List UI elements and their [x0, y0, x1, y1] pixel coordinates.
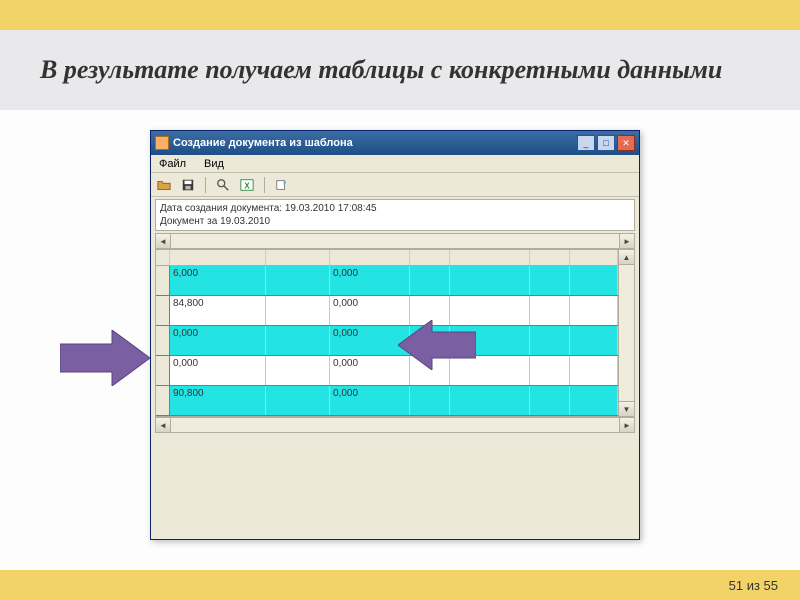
info-line-docdate: Документ за 19.03.2010: [160, 215, 630, 228]
cell-empty[interactable]: [266, 326, 330, 355]
table-row[interactable]: 90,800 0,000: [156, 386, 618, 416]
cell-value[interactable]: 0,000: [170, 356, 266, 385]
app-window: Создание документа из шаблона _ □ ✕ Файл…: [150, 130, 640, 540]
toolbar-separator-2: [264, 177, 265, 193]
row-header: [156, 326, 170, 355]
cell-empty[interactable]: [530, 296, 570, 325]
cell-empty[interactable]: [450, 266, 530, 295]
close-button[interactable]: ✕: [617, 135, 635, 151]
cell-value[interactable]: 84,800: [170, 296, 266, 325]
page-indicator: 51 из 55: [729, 578, 778, 593]
menu-file[interactable]: Файл: [155, 158, 190, 170]
cell-value[interactable]: 0,000: [170, 326, 266, 355]
settings-icon[interactable]: [273, 176, 291, 194]
top-accent-band: [0, 0, 800, 30]
excel-icon[interactable]: X: [238, 176, 256, 194]
app-icon: [155, 136, 169, 150]
table-row[interactable]: 0,000 0,000: [156, 326, 618, 356]
toolbar: X: [151, 173, 639, 197]
scroll-left-icon[interactable]: ◄: [156, 234, 171, 248]
scroll-down-icon[interactable]: ▼: [619, 401, 634, 416]
data-grid: 6,000 0,000 84,800 0,000: [155, 249, 635, 417]
col-head-7[interactable]: [570, 250, 618, 265]
scroll-left-icon[interactable]: ◄: [156, 418, 171, 432]
cell-value[interactable]: 6,000: [170, 266, 266, 295]
cell-empty[interactable]: [530, 356, 570, 385]
col-head-6[interactable]: [530, 250, 570, 265]
slide: В результате получаем таблицы с конкретн…: [0, 0, 800, 600]
toolbar-separator: [205, 177, 206, 193]
upper-horizontal-scrollbar[interactable]: ◄ ►: [155, 233, 635, 249]
cell-empty[interactable]: [570, 266, 618, 295]
cell-empty[interactable]: [266, 296, 330, 325]
scroll-track[interactable]: [171, 234, 619, 248]
slide-title: В результате получаем таблицы с конкретн…: [40, 55, 722, 85]
page-current: 51: [729, 578, 743, 593]
cell-empty[interactable]: [530, 326, 570, 355]
row-header: [156, 296, 170, 325]
cell-empty[interactable]: [530, 266, 570, 295]
maximize-button[interactable]: □: [597, 135, 615, 151]
col-head-3[interactable]: [330, 250, 410, 265]
grid-header: [156, 250, 618, 266]
cell-empty[interactable]: [570, 356, 618, 385]
lower-horizontal-scrollbar[interactable]: ◄ ►: [155, 417, 635, 433]
col-head-2[interactable]: [266, 250, 330, 265]
col-head-0[interactable]: [156, 250, 170, 265]
minimize-button[interactable]: _: [577, 135, 595, 151]
info-panel: Дата создания документа: 19.03.2010 17:0…: [155, 199, 635, 231]
window-buttons: _ □ ✕: [577, 135, 635, 151]
cell-value[interactable]: 0,000: [330, 266, 410, 295]
row-header: [156, 266, 170, 295]
scroll-right-icon[interactable]: ►: [619, 234, 634, 248]
cell-empty[interactable]: [410, 386, 450, 415]
scroll-track-vertical[interactable]: [619, 265, 634, 401]
table-row[interactable]: 84,800 0,000: [156, 296, 618, 326]
cell-empty[interactable]: [266, 356, 330, 385]
window-title: Создание документа из шаблона: [173, 137, 577, 149]
preview-icon[interactable]: [214, 176, 232, 194]
page-sep: из: [743, 578, 763, 593]
cell-empty[interactable]: [410, 266, 450, 295]
table-row[interactable]: 6,000 0,000: [156, 266, 618, 296]
window-titlebar[interactable]: Создание документа из шаблона _ □ ✕: [151, 131, 639, 155]
cell-empty[interactable]: [266, 266, 330, 295]
col-head-1[interactable]: [170, 250, 266, 265]
col-head-4[interactable]: [410, 250, 450, 265]
svg-text:X: X: [244, 181, 250, 190]
row-header: [156, 356, 170, 385]
col-head-5[interactable]: [450, 250, 530, 265]
cell-value[interactable]: 0,000: [330, 386, 410, 415]
cell-empty[interactable]: [450, 386, 530, 415]
scroll-track[interactable]: [171, 418, 619, 432]
page-total: 55: [764, 578, 778, 593]
cell-empty[interactable]: [570, 296, 618, 325]
save-icon[interactable]: [179, 176, 197, 194]
cell-empty[interactable]: [570, 326, 618, 355]
cell-empty[interactable]: [570, 386, 618, 415]
cell-empty[interactable]: [530, 386, 570, 415]
scroll-up-icon[interactable]: ▲: [619, 250, 634, 265]
title-band: В результате получаем таблицы с конкретн…: [0, 30, 800, 110]
menu-bar: Файл Вид: [151, 155, 639, 173]
annotation-arrow-right-icon: [60, 330, 150, 386]
table-row[interactable]: 0,000 0,000: [156, 356, 618, 386]
vertical-scrollbar[interactable]: ▲ ▼: [618, 250, 634, 416]
annotation-arrow-left-icon: [398, 320, 476, 370]
cell-empty[interactable]: [266, 386, 330, 415]
open-icon[interactable]: [155, 176, 173, 194]
cell-value[interactable]: 90,800: [170, 386, 266, 415]
scroll-right-icon[interactable]: ►: [619, 418, 634, 432]
footer-band: 51 из 55: [0, 570, 800, 600]
menu-view[interactable]: Вид: [200, 158, 228, 170]
grid-body: 6,000 0,000 84,800 0,000: [156, 250, 618, 416]
info-line-created: Дата создания документа: 19.03.2010 17:0…: [160, 202, 630, 215]
row-header: [156, 386, 170, 415]
